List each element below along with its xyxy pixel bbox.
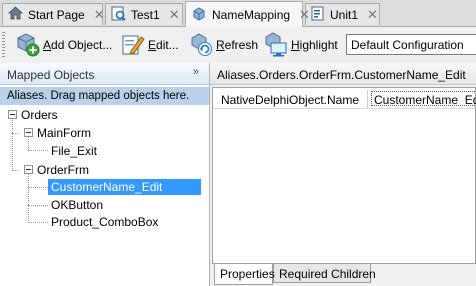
add-object-accelerator: A	[43, 38, 52, 52]
refresh-accelerator: R	[216, 38, 225, 52]
panel-title: Mapped Objects	[7, 68, 95, 82]
property-row[interactable]: NativeDelphiObject.Name CustomerName_Edi…	[213, 90, 476, 109]
edit-icon	[121, 31, 145, 60]
tree-connector	[28, 187, 48, 188]
close-icon[interactable]: ✕	[94, 8, 105, 21]
collapse-toggle-icon[interactable]	[24, 165, 33, 174]
object-properties-panel: Aliases.Orders.OrderFrm.CustomerName_Edi…	[210, 63, 476, 286]
tree-node-label: MainForm	[37, 125, 92, 140]
close-icon[interactable]: ✕	[169, 8, 180, 21]
properties-grid: NativeDelphiObject.Name CustomerName_Edi…	[212, 87, 476, 264]
document-tab-bar: Start Page ✕ Test1 ✕ NameMapping ✕ Unit1…	[0, 0, 476, 27]
tab-label: Unit1	[330, 7, 359, 22]
tree-node-okbutton[interactable]: OKButton	[51, 196, 103, 213]
tab-label: Start Page	[28, 7, 85, 22]
tree-node-mainform[interactable]: MainForm	[24, 124, 91, 141]
mapped-objects-tree: Orders MainForm File_Exit OrderFrm Custo…	[0, 107, 209, 286]
home-icon	[7, 6, 24, 23]
tree-node-label: OKButton	[51, 197, 104, 212]
tab-name-mapping[interactable]: NameMapping ✕	[185, 1, 310, 27]
object-path: Aliases.Orders.OrderFrm.CustomerName_Edi…	[210, 63, 476, 85]
add-object-label: dd Object...	[51, 38, 113, 52]
tab-properties[interactable]: Properties	[214, 264, 275, 285]
tree-connector	[28, 174, 29, 223]
highlight-icon	[262, 31, 288, 60]
tree-connector	[12, 133, 18, 134]
refresh-button[interactable]: Refresh	[189, 31, 258, 59]
unit-icon	[311, 6, 325, 24]
tree-connector	[12, 120, 13, 171]
highlight-label: ighlight	[299, 38, 338, 52]
tree-connector	[28, 150, 48, 151]
collapse-toggle-icon[interactable]	[8, 110, 17, 119]
edit-label: dit...	[156, 38, 179, 52]
tree-connector	[12, 170, 18, 171]
refresh-label: efresh	[224, 38, 259, 52]
refresh-icon	[189, 31, 213, 60]
tab-start-page[interactable]: Start Page ✕	[2, 3, 105, 25]
tree-node-label: OrderFrm	[37, 162, 89, 177]
name-mapping-icon	[191, 6, 207, 24]
edit-button[interactable]: Edit...	[121, 31, 179, 59]
tree-node-label: File_Exit	[51, 143, 98, 158]
highlight-accelerator: H	[291, 38, 300, 52]
tree-node-orderfrm[interactable]: OrderFrm	[24, 161, 89, 178]
tree-node-customername-edit[interactable]: CustomerName_Edit	[48, 178, 201, 195]
close-icon[interactable]: ✕	[299, 8, 310, 21]
aliases-drop-hint: Aliases. Drag mapped objects here.	[0, 87, 209, 105]
tree-node-label: Product_ComboBox	[51, 214, 159, 229]
test-icon	[111, 6, 126, 24]
tree-node-file-exit[interactable]: File_Exit	[51, 142, 97, 159]
property-name: NativeDelphiObject.Name	[213, 90, 368, 108]
add-object-icon	[14, 31, 40, 60]
toolbar-grip[interactable]	[2, 32, 5, 58]
tab-required-children[interactable]: Required Children	[273, 264, 376, 283]
tree-node-product-combobox[interactable]: Product_ComboBox	[51, 213, 158, 230]
property-value[interactable]: CustomerName_Edit	[371, 91, 476, 106]
tree-connector	[28, 205, 48, 206]
mapped-objects-header: Mapped Objects »	[0, 63, 209, 85]
tree-node-label: CustomerName_Edit	[48, 178, 201, 195]
tab-test1[interactable]: Test1 ✕	[105, 3, 183, 25]
bottom-tab-bar: Properties Required Children	[212, 264, 476, 286]
configuration-select[interactable]: Default Configuration	[346, 34, 476, 55]
highlight-button[interactable]: Highlight	[262, 31, 338, 59]
tree-node-label: Orders	[21, 107, 58, 122]
tab-unit1[interactable]: Unit1 ✕	[305, 3, 380, 25]
collapse-toggle-icon[interactable]	[24, 128, 33, 137]
tree-connector	[28, 222, 48, 223]
tab-label: NameMapping	[212, 7, 291, 22]
mapped-objects-panel: Mapped Objects » Aliases. Drag mapped ob…	[0, 63, 210, 286]
add-object-button[interactable]: Add Object...	[14, 31, 112, 59]
toolbar: Add Object... Edit... Refresh Highlight …	[0, 27, 476, 64]
tree-node-orders[interactable]: Orders	[8, 106, 58, 123]
close-icon[interactable]: ✕	[367, 8, 378, 21]
edit-accelerator: E	[148, 38, 157, 52]
collapse-icon[interactable]: »	[193, 66, 199, 78]
tab-label: Test1	[131, 7, 160, 22]
